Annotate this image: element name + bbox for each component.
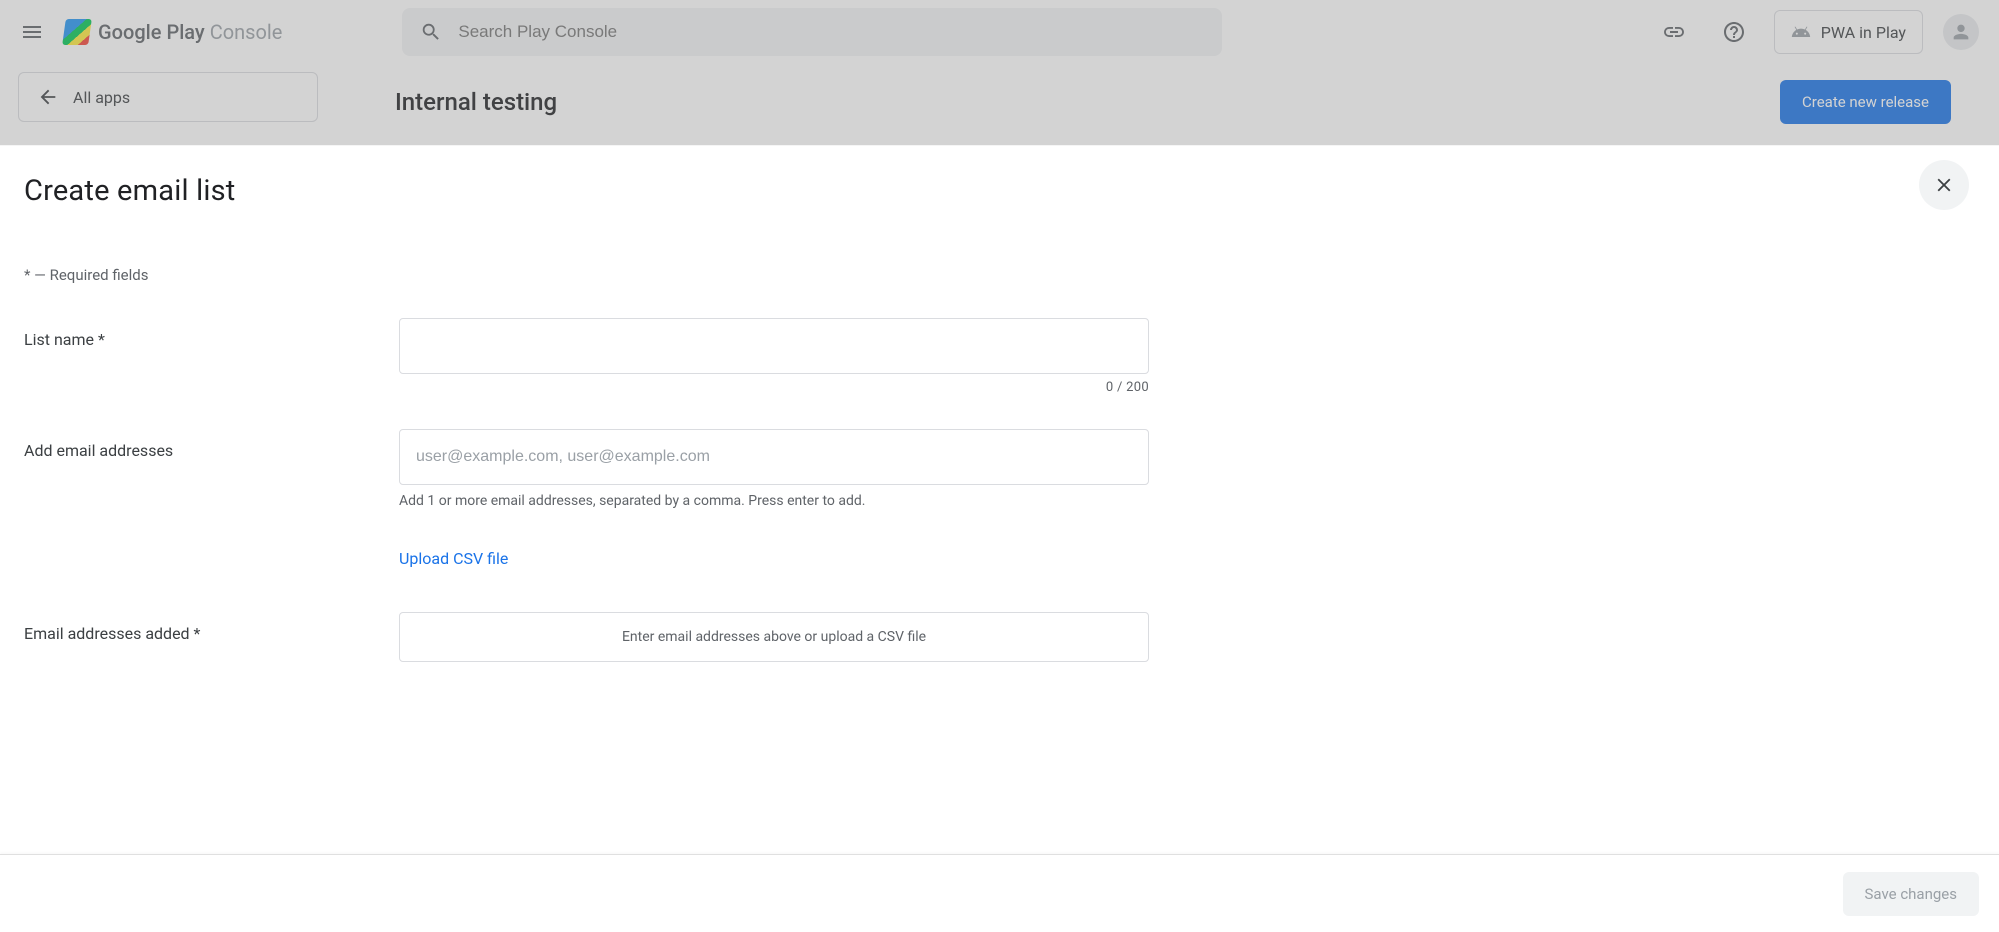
close-icon [1933,174,1955,196]
list-name-label: List name * [24,318,399,349]
list-name-input[interactable] [399,318,1149,374]
add-emails-helper: Add 1 or more email addresses, separated… [399,493,1149,509]
add-emails-input[interactable] [399,429,1149,485]
save-changes-button[interactable]: Save changes [1843,872,1979,916]
create-email-list-dialog: Create email list * — Required fields Li… [0,145,1999,854]
dialog-title: Create email list [24,174,1975,208]
upload-csv-link[interactable]: Upload CSV file [399,549,508,568]
scrim-overlay [0,0,1999,145]
add-emails-label: Add email addresses [24,429,399,460]
required-fields-note: * — Required fields [24,266,1975,284]
list-name-char-count: 0 / 200 [399,380,1149,395]
email-addresses-added-empty: Enter email addresses above or upload a … [399,612,1149,662]
dialog-footer: Save changes [0,854,1999,932]
email-addresses-added-label: Email addresses added * [24,612,399,643]
close-button[interactable] [1919,160,1969,210]
